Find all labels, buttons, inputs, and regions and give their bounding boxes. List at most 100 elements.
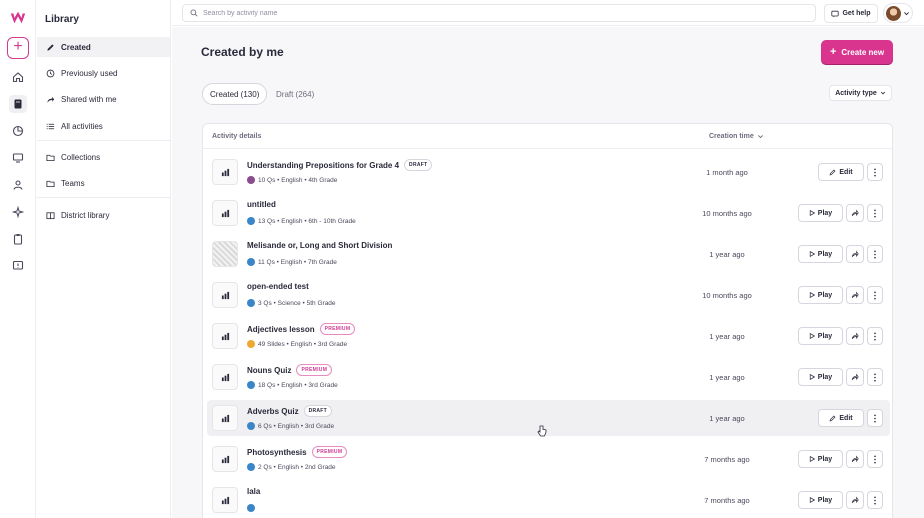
activity-table: Activity details Creation time Understan… [202,123,893,518]
library-title: Library [45,14,79,25]
quiz-icon [221,414,229,422]
table-row[interactable]: lala 7 months ago Play [207,482,890,518]
play-label: Play [817,373,833,381]
activity-title[interactable]: Photosynthesis PREMIUM [247,446,348,458]
sidebar-item-shared-with-me[interactable]: Shared with me [37,89,170,109]
play-icon [809,210,815,216]
create-new-button[interactable]: + Create new [821,40,893,64]
activity-title[interactable]: Adjectives lesson PREMIUM [247,323,356,335]
share-button[interactable] [846,491,864,509]
edit-button[interactable]: Edit [818,163,864,181]
sidebar-item-previously-used[interactable]: Previously used [37,63,170,83]
students-icon[interactable] [9,176,27,194]
more-options-button[interactable] [867,327,883,345]
classes-icon[interactable] [9,149,27,167]
feedback-icon[interactable] [9,257,27,275]
sidebar-item-all-activities[interactable]: All activities [37,116,170,136]
tab-draft[interactable]: Draft (264) [269,83,321,105]
sidebar-item-label: District library [61,210,110,220]
more-options-button[interactable] [867,286,883,304]
activity-title[interactable]: untitled [247,200,276,209]
tab-created[interactable]: Created (130) [202,83,268,105]
share-button[interactable] [846,204,864,222]
play-button[interactable]: Play [798,286,843,304]
play-button[interactable]: Play [798,204,843,222]
play-button[interactable]: Play [798,327,843,345]
activity-title[interactable]: Understanding Prepositions for Grade 4 DR… [247,159,433,171]
profile-menu[interactable] [883,3,913,23]
sidebar-item-district-library[interactable]: District library [37,205,170,225]
activity-type-label: Activity type [835,89,877,97]
table-row[interactable]: Photosynthesis PREMIUM 2 Qs • English • 2n… [207,441,890,477]
owner-avatar-icon [247,504,255,512]
activity-title-text: Understanding Prepositions for Grade 4 [247,160,400,170]
activity-meta: 10 Qs • English • 4th Grade [247,176,337,184]
search-input[interactable] [203,9,603,17]
ai-icon[interactable] [9,203,27,221]
play-icon [809,497,815,503]
column-creation-time[interactable]: Creation time [709,133,764,140]
activity-thumbnail-icon [212,200,238,226]
table-row[interactable]: Adjectives lesson PREMIUM 49 Slides • Engl… [207,318,890,354]
more-options-button[interactable] [867,204,883,222]
share-button[interactable] [846,327,864,345]
table-row[interactable]: open-ended test 3 Qs • Science • 5th Grad… [207,277,890,313]
draft-badge: DRAFT [303,405,333,417]
add-icon[interactable]: + [7,37,29,59]
activity-title[interactable]: Melisande or, Long and Short Division [247,241,392,250]
activity-meta: 18 Qs • English • 3rd Grade [247,381,338,389]
play-button[interactable]: Play [798,491,843,509]
more-options-button[interactable] [867,409,883,427]
search-box[interactable] [182,4,816,22]
table-row[interactable]: untitled 13 Qs • English • 6th - 10th Gra… [207,195,890,231]
home-icon[interactable] [9,68,27,86]
owner-avatar-icon [247,381,255,389]
more-options-button[interactable] [867,163,883,181]
creation-time: 7 months ago [704,455,750,464]
get-help-button[interactable]: Get help [824,4,878,23]
play-icon [809,333,815,339]
play-button[interactable]: Play [798,450,843,468]
play-button[interactable]: Play [798,245,843,263]
table-row[interactable]: Understanding Prepositions for Grade 4 DR… [207,154,890,190]
chevron-down-icon [880,91,885,95]
activity-title[interactable]: open-ended test [247,282,309,291]
sidebar-item-created[interactable]: Created [37,37,170,57]
activity-type-filter[interactable]: Activity type [829,85,892,101]
share-button[interactable] [846,450,864,468]
edit-label: Edit [839,414,853,422]
more-options-button[interactable] [867,245,883,263]
creation-time: 10 months ago [702,209,752,218]
more-options-button[interactable] [867,450,883,468]
logo-icon[interactable] [9,9,27,27]
help-icon [831,10,840,17]
sidebar-item-collections[interactable]: Collections [37,147,170,167]
edit-button[interactable]: Edit [818,409,864,427]
owner-avatar-icon [247,463,255,471]
sidebar-item-teams[interactable]: Teams [37,173,170,193]
creation-time: 1 year ago [709,332,745,341]
activity-meta: 49 Slides • English • 3rd Grade [247,340,347,348]
more-options-button[interactable] [867,368,883,386]
clipboard-icon[interactable] [9,230,27,248]
table-row[interactable]: Melisande or, Long and Short Division 11 … [207,236,890,272]
table-row[interactable]: Nouns Quiz PREMIUM 18 Qs • English • 3rd G… [207,359,890,395]
share-button[interactable] [846,245,864,263]
activity-meta-text: 3 Qs • Science • 5th Grade [258,299,336,307]
activity-title[interactable]: Adverbs Quiz DRAFT [247,405,333,417]
table-row[interactable]: Adverbs Quiz DRAFT 6 Qs • English • 3rd Gr… [207,400,890,436]
kebab-icon [874,209,876,217]
share-icon [47,96,55,103]
share-button[interactable] [846,368,864,386]
creation-time: 10 months ago [702,291,752,300]
share-icon [851,209,859,217]
more-options-button[interactable] [867,491,883,509]
activity-meta-text: 11 Qs • English • 7th Grade [258,258,337,266]
activity-title[interactable]: lala [247,487,260,496]
reports-icon[interactable] [9,122,27,140]
play-button[interactable]: Play [798,368,843,386]
activity-meta-text: 18 Qs • English • 3rd Grade [258,381,338,389]
activity-title[interactable]: Nouns Quiz PREMIUM [247,364,333,376]
share-button[interactable] [846,286,864,304]
library-icon[interactable] [9,95,27,113]
